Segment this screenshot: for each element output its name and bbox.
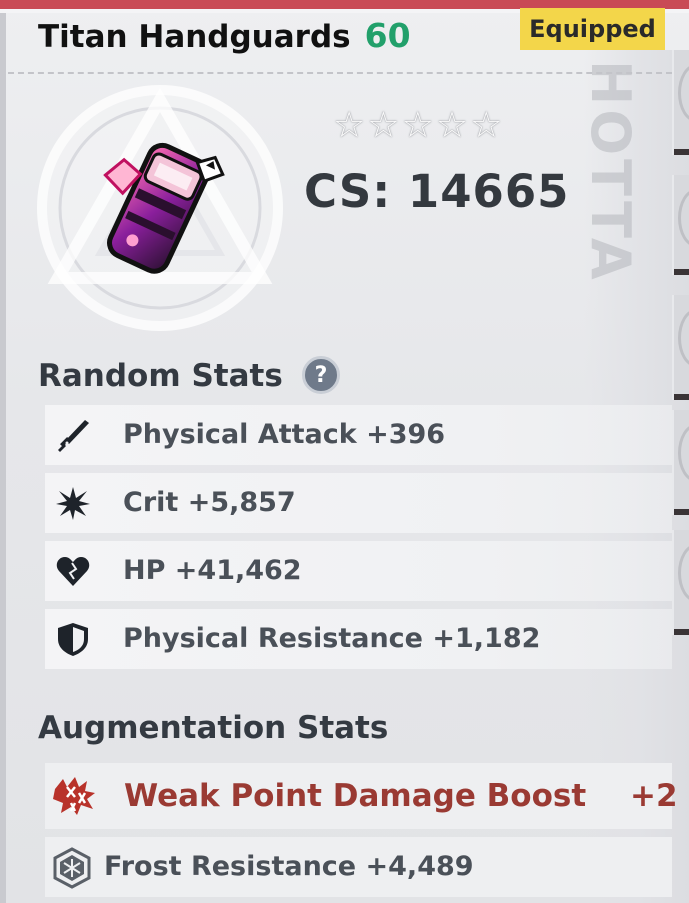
rarity-stars: ☆ ☆ ☆ ☆ ☆ bbox=[333, 106, 533, 146]
star-icon: ☆ bbox=[435, 105, 469, 146]
augmentation-stat-label: Frost Resistance +4,489 bbox=[104, 851, 474, 882]
sword-icon bbox=[58, 420, 89, 452]
side-equipment-slot[interactable] bbox=[672, 50, 689, 155]
help-icon[interactable]: ? bbox=[302, 356, 340, 394]
stat-label: Crit +5,857 bbox=[123, 487, 296, 518]
augmentation-stat-row: Weak Point Damage Boost +2 bbox=[45, 763, 678, 829]
stat-row: Physical Attack +396 bbox=[45, 405, 672, 465]
star-icon: ☆ bbox=[470, 105, 503, 146]
augmentation-stat-row: Frost Resistance +4,489 bbox=[45, 837, 672, 897]
heart-icon bbox=[56, 557, 90, 586]
stat-row: Physical Resistance +1,182 bbox=[45, 609, 672, 669]
side-equipment-slot[interactable] bbox=[672, 175, 689, 275]
stat-row: HP +41,462 bbox=[45, 541, 672, 601]
item-detail-card: HOTTA Titan Handguards 60 Equipped ☆ ☆ ☆… bbox=[0, 0, 689, 903]
stat-label: HP +41,462 bbox=[123, 555, 302, 586]
item-level: 60 bbox=[364, 16, 411, 55]
background-watermark: HOTTA bbox=[579, 60, 642, 284]
side-equipment-slot[interactable] bbox=[672, 530, 689, 635]
header-divider bbox=[8, 72, 672, 74]
item-title-row: Titan Handguards 60 bbox=[38, 16, 411, 60]
star-icon: ☆ bbox=[333, 105, 366, 146]
star-icon: ☆ bbox=[401, 105, 434, 146]
augmentation-stat-label: Weak Point Damage Boost bbox=[124, 778, 587, 814]
stat-label: Physical Attack +396 bbox=[123, 419, 446, 450]
random-stats-title: Random Stats bbox=[38, 358, 283, 394]
side-equipment-slot[interactable] bbox=[672, 295, 689, 400]
item-name: Titan Handguards bbox=[38, 19, 351, 55]
stat-label: Physical Resistance +1,182 bbox=[123, 623, 541, 654]
weak-point-icon bbox=[53, 777, 95, 815]
handguards-icon bbox=[103, 142, 225, 274]
augmentation-stat-value: +2 bbox=[630, 778, 678, 814]
augmentation-stats-title: Augmentation Stats bbox=[38, 710, 389, 746]
card-left-edge bbox=[0, 0, 6, 903]
shield-icon bbox=[58, 623, 88, 656]
burst-icon bbox=[56, 487, 90, 520]
equipped-badge: Equipped bbox=[520, 8, 665, 50]
combat-score: CS: 14665 bbox=[304, 165, 570, 218]
side-equipment-slot[interactable] bbox=[672, 410, 689, 515]
frost-icon bbox=[53, 847, 91, 889]
stat-row: Crit +5,857 bbox=[45, 473, 672, 533]
star-icon: ☆ bbox=[367, 105, 400, 146]
